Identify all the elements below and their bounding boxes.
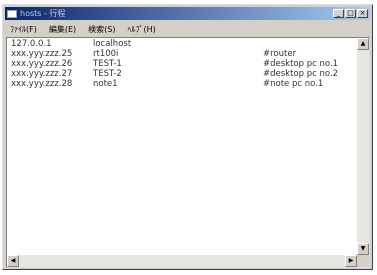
scroll-left-button[interactable]: ◀ [7, 255, 19, 267]
hostname: TEST-2 [93, 69, 122, 79]
size-grip[interactable] [357, 255, 369, 267]
hostname: TEST-1 [93, 59, 122, 69]
editor-text-area[interactable]: 127.0.0.1 localhost xxx.yyy.zzz.25 rt100… [9, 39, 358, 255]
window-controls: _ □ × [333, 9, 368, 18]
title-bar[interactable]: hosts - 行程 _ □ × [5, 7, 370, 20]
arrow-down-icon: ▼ [360, 245, 366, 252]
hostname: note1 [93, 79, 118, 89]
scroll-right-button[interactable]: ▶ [345, 255, 357, 267]
hosts-line: xxx.yyy.zzz.25 rt100i #router [9, 49, 358, 59]
menu-search[interactable]: 検索(S) [83, 24, 122, 35]
close-icon: × [359, 9, 366, 17]
hosts-line: xxx.yyy.zzz.28 note1 #note pc no.1 [9, 79, 358, 89]
scroll-down-button[interactable]: ▼ [357, 243, 369, 255]
maximize-button[interactable]: □ [345, 9, 356, 18]
menu-bar: ﾌｧｲﾙ(F) 編集(E) 検索(S) ﾍﾙﾌﾟ(H) [5, 22, 370, 36]
close-button[interactable]: × [357, 9, 368, 18]
arrow-up-icon: ▲ [360, 40, 366, 47]
window-title: hosts - 行程 [20, 8, 66, 18]
comment: #note pc no.1 [263, 79, 324, 89]
hosts-line: xxx.yyy.zzz.26 TEST-1 #desktop pc no.1 [9, 59, 358, 69]
ip-address: xxx.yyy.zzz.26 [11, 59, 73, 69]
minimize-button[interactable]: _ [333, 9, 344, 18]
menu-file[interactable]: ﾌｧｲﾙ(F) [5, 24, 44, 35]
vertical-scrollbar[interactable]: ▲ ▼ [357, 38, 369, 255]
scroll-up-button[interactable]: ▲ [357, 38, 369, 50]
menu-help[interactable]: ﾍﾙﾌﾟ(H) [122, 24, 162, 35]
ip-address: xxx.yyy.zzz.27 [11, 69, 73, 79]
arrow-left-icon: ◀ [10, 257, 16, 264]
hosts-line: xxx.yyy.zzz.27 TEST-2 #desktop pc no.2 [9, 69, 358, 79]
maximize-icon: □ [347, 9, 354, 17]
notepad-icon [7, 9, 17, 18]
hostname: rt100i [93, 49, 119, 59]
horizontal-scrollbar[interactable]: ◀ ▶ [7, 255, 357, 267]
hostname: localhost [93, 39, 132, 49]
comment: #router [263, 49, 297, 59]
comment: #desktop pc no.2 [263, 69, 339, 79]
text-editor[interactable]: 127.0.0.1 localhost xxx.yyy.zzz.25 rt100… [6, 37, 370, 268]
ip-address: 127.0.0.1 [11, 39, 52, 49]
hosts-line: 127.0.0.1 localhost [9, 39, 358, 49]
arrow-right-icon: ▶ [348, 257, 354, 264]
comment: #desktop pc no.1 [263, 59, 339, 69]
notepad-window: hosts - 行程 _ □ × ﾌｧｲﾙ(F) 編集(E) 検索(S) ﾍﾙﾌ… [2, 4, 373, 270]
ip-address: xxx.yyy.zzz.28 [11, 79, 73, 89]
menu-edit[interactable]: 編集(E) [44, 24, 83, 35]
ip-address: xxx.yyy.zzz.25 [11, 49, 73, 59]
minimize-icon: _ [336, 9, 341, 17]
